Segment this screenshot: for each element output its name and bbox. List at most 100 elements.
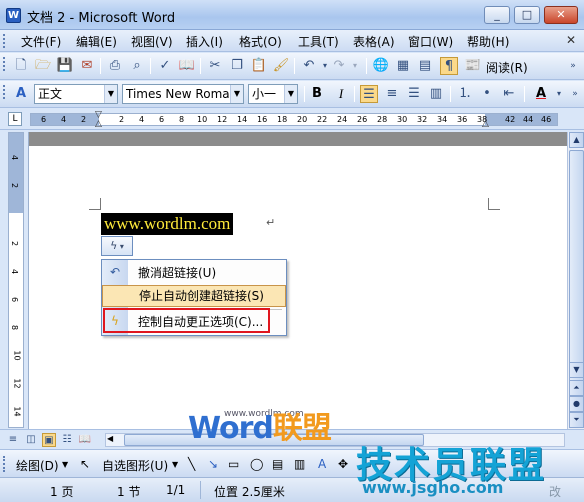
- select-browse-object-icon[interactable]: ●: [569, 396, 584, 412]
- line-icon[interactable]: ╲: [188, 457, 195, 471]
- chevron-down-icon[interactable]: ▼: [62, 460, 68, 469]
- copy-icon[interactable]: ❐: [228, 57, 246, 75]
- word-app-icon[interactable]: W: [6, 8, 21, 23]
- document-area[interactable]: www.wordlm.com ↵ ϟ ▾ ↶ 撤消超链接(U) 停止自动创建超链…: [28, 132, 568, 429]
- chevron-down-icon[interactable]: ▼: [230, 85, 243, 103]
- hyperlink-icon[interactable]: 🌐: [372, 57, 390, 75]
- toolbar-grip-icon[interactable]: [3, 57, 6, 71]
- wordart-icon[interactable]: A: [318, 457, 326, 471]
- chevron-down-icon[interactable]: ▼: [172, 460, 178, 469]
- left-indent-marker[interactable]: △: [95, 119, 102, 129]
- toolbar-grip-icon[interactable]: [3, 85, 6, 99]
- oval-icon[interactable]: ◯: [250, 457, 263, 471]
- bold-button[interactable]: B: [308, 85, 326, 103]
- close-button[interactable]: ✕: [544, 6, 578, 24]
- menu-edit[interactable]: 编辑(E): [76, 33, 117, 50]
- outline-view-icon[interactable]: ☷: [60, 433, 74, 447]
- menu-insert[interactable]: 插入(I): [186, 33, 223, 50]
- ruler-tick: 22: [317, 115, 328, 124]
- font-combo[interactable]: Times New Roman ▼: [122, 84, 244, 104]
- toolbar-grip-icon[interactable]: [3, 456, 6, 472]
- numbering-icon[interactable]: ⒈: [456, 85, 474, 103]
- vertical-textbox-icon[interactable]: ▥: [294, 457, 305, 471]
- scroll-down-icon[interactable]: ▼: [569, 362, 584, 378]
- justify-icon[interactable]: ☰: [360, 85, 378, 103]
- format-painter-icon[interactable]: 🖌: [272, 57, 290, 75]
- status-ovr[interactable]: 改: [549, 483, 561, 500]
- spelling-icon[interactable]: ✓: [156, 57, 174, 75]
- bullets-icon[interactable]: •: [478, 85, 496, 103]
- normal-view-icon[interactable]: ≡: [6, 433, 20, 447]
- style-combo[interactable]: 正文 ▼: [34, 84, 118, 104]
- save-icon[interactable]: 💾: [56, 57, 74, 75]
- show-hide-icon[interactable]: ¶: [440, 57, 458, 75]
- cut-icon[interactable]: ✂: [206, 57, 224, 75]
- menu-table[interactable]: 表格(A): [353, 33, 395, 50]
- select-objects-icon[interactable]: ↖: [80, 457, 90, 471]
- ruler-tick: 42: [505, 115, 516, 124]
- align-right-icon[interactable]: ☰: [405, 85, 423, 103]
- diagram-icon[interactable]: ✥: [338, 457, 348, 471]
- menu-grip-icon[interactable]: [3, 34, 6, 48]
- read-button[interactable]: 阅读(R): [486, 59, 528, 76]
- next-page-icon[interactable]: ⏷: [569, 412, 584, 428]
- menu-format[interactable]: 格式(O): [239, 33, 282, 50]
- scroll-left-icon[interactable]: ◀: [107, 434, 113, 443]
- autocorrect-options-button[interactable]: ϟ ▾: [101, 236, 133, 256]
- toolbar-options-icon[interactable]: »: [566, 85, 584, 103]
- redo-dropdown-icon[interactable]: ▾: [346, 57, 364, 75]
- distributed-icon[interactable]: ▥: [427, 85, 445, 103]
- styles-icon[interactable]: A: [12, 85, 30, 103]
- reading-layout-icon[interactable]: 📖: [78, 433, 92, 447]
- tab-selector[interactable]: L: [8, 112, 22, 126]
- ruler-strip[interactable]: 6 4 2 2 4 6 8 10 12 14 16 18 20 22 24 26…: [30, 110, 558, 129]
- formatting-toolbar: A 正文 ▼ Times New Roman ▼ 小一 ▼ B I ☰ ≡ ☰ …: [0, 81, 584, 108]
- print-icon[interactable]: ⎙: [106, 57, 124, 75]
- font-color-icon[interactable]: A: [532, 85, 550, 103]
- decrease-indent-icon[interactable]: ⇤: [500, 85, 518, 103]
- status-page: 1 页: [50, 485, 74, 499]
- new-document-icon[interactable]: 🗋: [12, 57, 30, 75]
- open-folder-icon[interactable]: 🗁: [34, 57, 52, 75]
- menu-tools[interactable]: 工具(T): [298, 33, 339, 50]
- menu-file[interactable]: 文件(F): [21, 33, 61, 50]
- scroll-up-icon[interactable]: ▲: [569, 132, 584, 148]
- autoshapes-button[interactable]: 自选图形(U): [102, 457, 168, 474]
- maximize-button[interactable]: □: [514, 6, 540, 24]
- chevron-down-icon[interactable]: ▼: [284, 85, 297, 103]
- align-center-icon[interactable]: ≡: [383, 85, 401, 103]
- vruler-tick: 2: [10, 182, 20, 189]
- menu-view[interactable]: 视图(V): [131, 33, 173, 50]
- previous-page-icon[interactable]: ⏶: [569, 380, 584, 396]
- print-preview-icon[interactable]: ⌕: [128, 57, 146, 75]
- menu-item-undo-hyperlink[interactable]: ↶ 撤消超链接(U): [102, 262, 286, 284]
- toolbar-options-icon[interactable]: »: [564, 57, 582, 75]
- tables-borders-icon[interactable]: ▦: [394, 57, 412, 75]
- minimize-button[interactable]: _: [484, 6, 510, 24]
- status-divider: [200, 481, 201, 499]
- read-icon[interactable]: 📰: [462, 57, 484, 75]
- web-view-icon[interactable]: ◫: [24, 433, 38, 447]
- close-document-icon[interactable]: ✕: [566, 33, 576, 47]
- permission-icon[interactable]: ✉: [78, 57, 96, 75]
- research-icon[interactable]: 📖: [178, 57, 196, 75]
- horizontal-ruler: L 6 4 2 2 4 6 8 10 12 14 16 18 20 22 24 …: [0, 109, 584, 130]
- size-combo[interactable]: 小一 ▼: [248, 84, 298, 104]
- textbox-icon[interactable]: ▤: [272, 457, 283, 471]
- italic-button[interactable]: I: [332, 85, 350, 103]
- menu-item-stop-auto-hyperlink[interactable]: 停止自动创建超链接(S): [102, 285, 286, 307]
- rectangle-icon[interactable]: ▭: [228, 457, 239, 471]
- arrow-icon[interactable]: ↘: [208, 457, 218, 471]
- watermark-site: www.jsgho.com: [362, 478, 504, 497]
- menu-window[interactable]: 窗口(W): [408, 33, 453, 50]
- right-indent-marker[interactable]: △: [482, 119, 489, 129]
- menu-help[interactable]: 帮助(H): [467, 33, 509, 50]
- print-layout-icon[interactable]: ▣: [42, 433, 56, 447]
- insert-table-icon[interactable]: ▤: [416, 57, 434, 75]
- hyperlink-text[interactable]: www.wordlm.com: [101, 213, 234, 235]
- paste-icon[interactable]: 📋: [250, 57, 268, 75]
- chevron-down-icon[interactable]: ▼: [104, 85, 117, 103]
- vertical-scrollbar[interactable]: ▲ ▼ ⏶ ● ⏷: [567, 132, 584, 429]
- draw-menu-button[interactable]: 绘图(D): [16, 457, 59, 474]
- vruler-tick: 8: [10, 324, 20, 331]
